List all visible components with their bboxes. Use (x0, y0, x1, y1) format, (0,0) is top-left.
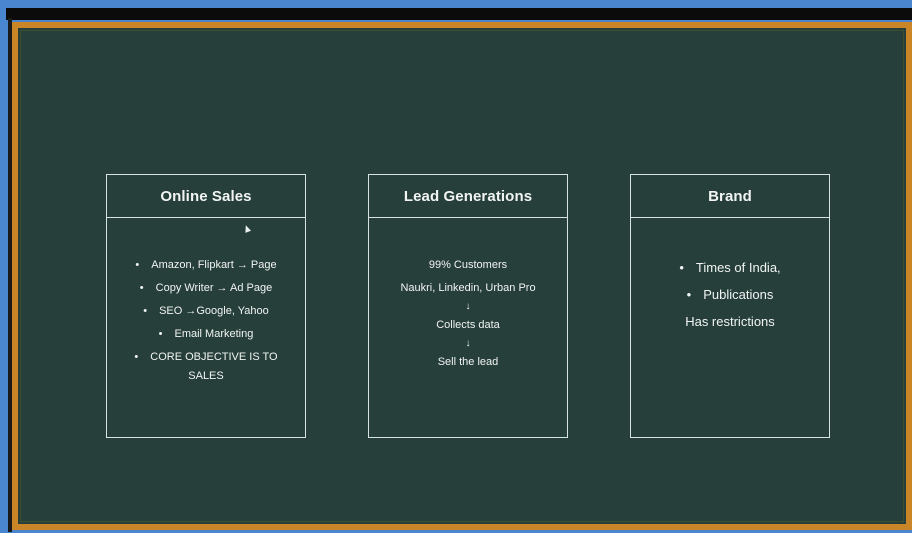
online-sales-item: SEO →Google, Yahoo (107, 300, 305, 323)
online-sales-title: Online Sales (107, 175, 305, 218)
screen: Online Sales Amazon, Flipkart → Page Cop… (0, 0, 912, 533)
lead-line: Sell the lead (437, 356, 499, 368)
online-sales-item: Email Marketing (107, 323, 305, 346)
lead-line: 99% Customers (428, 259, 508, 271)
brand-item: Times of India, (631, 254, 829, 281)
online-sales-item: Copy Writer → Ad Page (107, 277, 305, 300)
down-arrow-icon: ↓ (465, 301, 471, 312)
lead-line: Naukri, Linkedin, Urban Pro (400, 282, 536, 294)
lead-generations-card: Lead Generations 99% Customers Naukri, L… (368, 174, 568, 438)
brand-list: Times of India, Publications Has restric… (631, 218, 829, 335)
brand-item: Has restrictions (685, 314, 775, 329)
brand-card: Brand Times of India, Publications Has r… (630, 174, 830, 438)
lead-line: Collects data (436, 319, 500, 331)
online-sales-list: Amazon, Flipkart → Page Copy Writer → Ad… (107, 218, 305, 383)
online-sales-item: CORE OBJECTIVE IS TO (107, 346, 305, 369)
down-arrow-icon: ↓ (465, 338, 471, 349)
online-sales-item-continuation: SALES (188, 370, 224, 382)
online-sales-item: Amazon, Flipkart → Page (107, 254, 305, 277)
lead-generations-title: Lead Generations (369, 175, 567, 218)
brand-title: Brand (631, 175, 829, 218)
lead-generations-flow: 99% Customers Naukri, Linkedin, Urban Pr… (369, 218, 567, 374)
top-bar (6, 8, 912, 20)
brand-item: Publications (631, 281, 829, 308)
online-sales-card: Online Sales Amazon, Flipkart → Page Cop… (106, 174, 306, 438)
